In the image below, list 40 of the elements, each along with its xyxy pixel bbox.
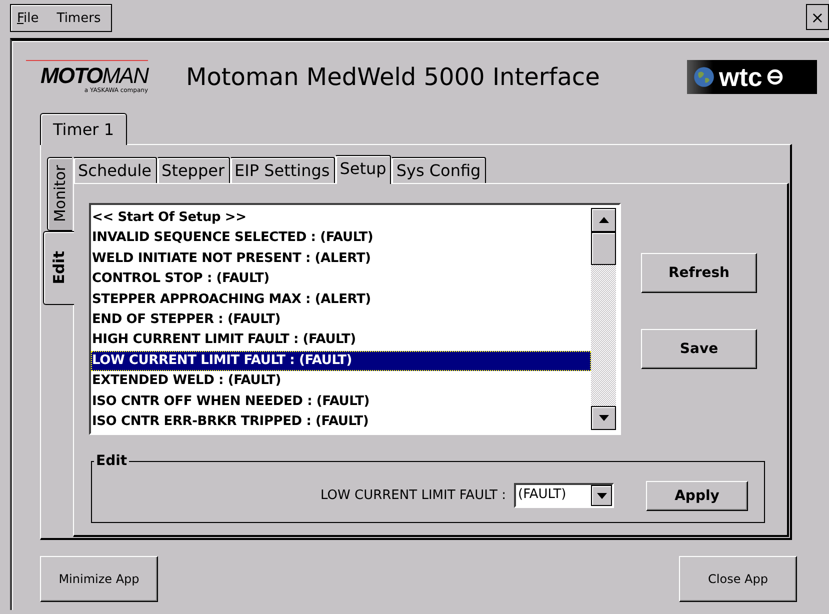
scroll-down-button[interactable] (591, 406, 616, 430)
list-item[interactable]: << Start Of Setup >> (91, 208, 591, 228)
menu-item[interactable]: Timers (54, 10, 103, 26)
timer-tab[interactable]: Timer 1 (40, 113, 127, 145)
list-item[interactable]: WELD INITIATE NOT PRESENT : (ALERT) (91, 248, 591, 270)
tab[interactable]: EIP Settings (230, 157, 335, 183)
list-item[interactable]: EXTENDED WELD : (FAULT) (91, 371, 591, 392)
close-button[interactable]: × (806, 4, 829, 30)
group-title: Edit (95, 453, 128, 469)
app-button[interactable]: Minimize App (40, 556, 158, 602)
scroll-up-button[interactable] (591, 208, 616, 232)
action-button[interactable]: Save (641, 329, 757, 369)
globe-icon (693, 66, 715, 88)
value-dropdown[interactable]: (FAULT) (514, 483, 614, 508)
list-item[interactable]: END OF STEPPER : (FAULT) (91, 310, 591, 330)
up-arrow-icon (598, 217, 608, 223)
apply-button[interactable]: Apply (646, 480, 748, 510)
scroll-thumb[interactable] (591, 232, 616, 265)
app-button[interactable]: Close App (679, 556, 797, 602)
tab[interactable]: Stepper (156, 157, 230, 183)
menu-item[interactable]: File (15, 10, 41, 26)
dropdown-arrow-icon (596, 492, 606, 498)
wtc-logo: wtc (687, 60, 817, 94)
field-label: LOW CURRENT LIMIT FAULT : (320, 488, 506, 503)
down-arrow-icon (598, 415, 608, 421)
ring-icon (766, 68, 784, 86)
list-item[interactable]: ISO CNTR ERR-BRKR TRIPPED : (FAULT) (91, 412, 591, 432)
list-item[interactable]: ISO CNTR OFF WHEN NEEDED : (FAULT) (91, 392, 591, 412)
action-button[interactable]: Refresh (641, 253, 757, 293)
list-item[interactable]: HIGH CURRENT LIMIT FAULT : (FAULT) (91, 330, 591, 351)
list-item[interactable]: STEPPER APPROACHING MAX : (ALERT) (91, 290, 591, 310)
side-tab[interactable]: Edit (43, 231, 74, 305)
list-item[interactable]: INVALID SEQUENCE SELECTED : (FAULT) (91, 228, 591, 249)
tab[interactable]: Sys Config (391, 157, 486, 183)
tab[interactable]: Setup (334, 155, 392, 184)
list-item[interactable]: CONTROL STOP : (FAULT) (91, 269, 591, 290)
list-item[interactable]: LOW CURRENT LIMIT FAULT : (FAULT) (91, 350, 591, 372)
side-tab[interactable]: Monitor (47, 157, 72, 231)
app-title: Motoman MedWeld 5000 Interface (186, 63, 601, 91)
tab[interactable]: Schedule (73, 157, 157, 183)
